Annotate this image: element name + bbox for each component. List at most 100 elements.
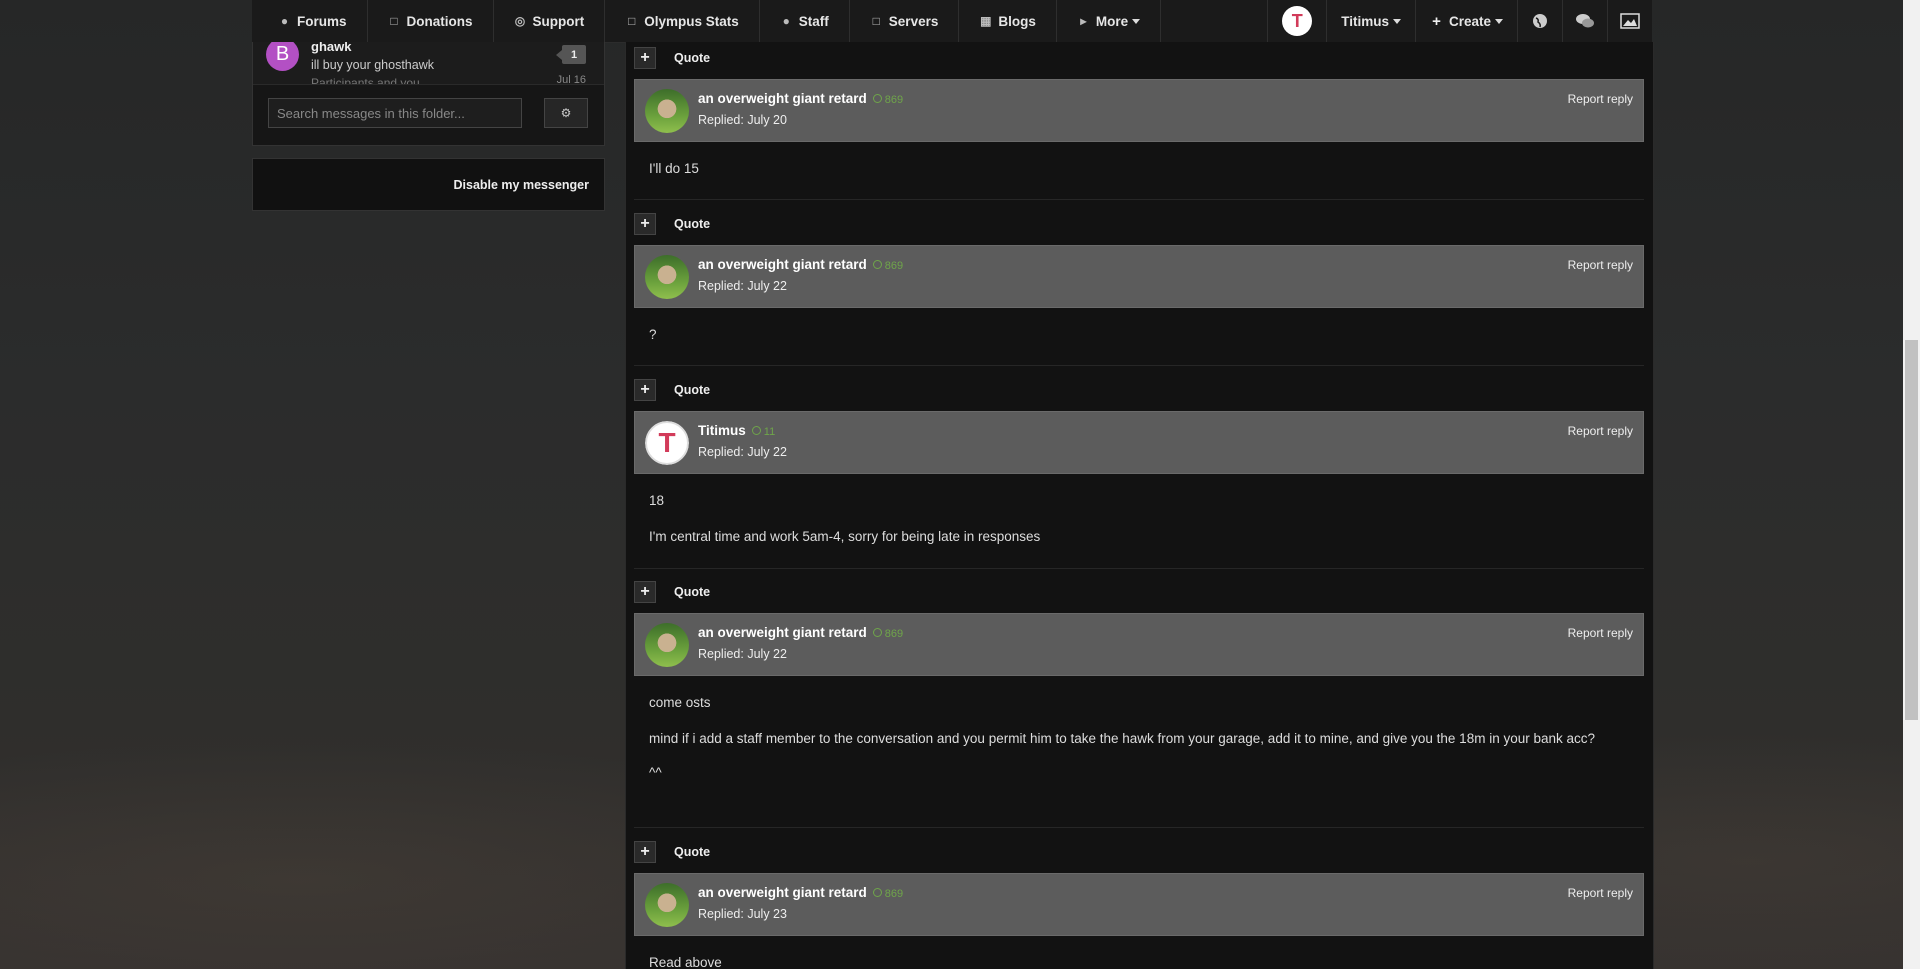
post-divider (634, 365, 1644, 366)
reputation-badge: 869 (872, 260, 903, 272)
document-icon: □ (872, 14, 880, 28)
multiquote-button[interactable]: + (634, 213, 656, 235)
avatar[interactable] (645, 883, 689, 927)
quote-button[interactable]: Quote (674, 217, 710, 231)
search-row: ⚙ (268, 98, 589, 128)
post-date: Replied: July 23 (698, 907, 787, 921)
post-header: an overweight giant retard 869 Replied: J… (634, 613, 1644, 676)
gallery-button[interactable] (1607, 0, 1652, 42)
globe-icon (1533, 14, 1547, 28)
report-reply-link[interactable]: Report reply (1568, 424, 1633, 438)
plus-icon: + (640, 381, 650, 398)
titimus-avatar-image: T (645, 421, 689, 465)
user-avatar-button[interactable]: T (1267, 0, 1326, 42)
quote-button[interactable]: Quote (674, 383, 710, 397)
quote-row: + Quote (634, 47, 710, 69)
quote-button[interactable]: Quote (674, 585, 710, 599)
conversation-list: B ghawk ill buy your ghosthawk Participa… (252, 42, 605, 146)
document-icon: □ (390, 14, 398, 28)
search-options-button[interactable]: ⚙ (544, 98, 588, 128)
quote-button[interactable]: Quote (674, 51, 710, 65)
create-menu[interactable]: + Create (1414, 0, 1517, 42)
report-reply-link[interactable]: Report reply (1568, 258, 1633, 272)
conversation-item[interactable]: B ghawk ill buy your ghosthawk Participa… (253, 42, 604, 85)
reputation-badge: 869 (872, 628, 903, 640)
chevron-down-icon (1132, 18, 1141, 24)
nav-olympus-stats[interactable]: □ Olympus Stats (605, 0, 760, 42)
comments-icon (1576, 14, 1594, 28)
reputation-badge: 869 (872, 888, 903, 900)
avatar[interactable] (645, 623, 689, 667)
post-paragraph: ? (649, 327, 657, 342)
post-paragraph: 18 (649, 493, 665, 508)
avatar: B (266, 42, 299, 71)
report-reply-link[interactable]: Report reply (1568, 886, 1633, 900)
post-body: come osts mind if i add a staff member t… (649, 692, 1629, 784)
post-divider (634, 199, 1644, 200)
post-header: an overweight giant retard 869 Replied: J… (634, 79, 1644, 142)
post-date: Replied: July 20 (698, 113, 787, 127)
dog-avatar-image (645, 883, 689, 927)
conversation-participants: Participants and you (311, 76, 420, 85)
plus-icon: + (640, 49, 650, 66)
search-input[interactable] (268, 98, 522, 128)
reputation-icon (872, 260, 882, 269)
post-body: ? (649, 324, 1629, 346)
reputation-badge: 11 (751, 426, 775, 438)
post-body: I'll do 15 (649, 158, 1629, 180)
post-date: Replied: July 22 (698, 647, 787, 661)
post-paragraph: ^^ (649, 765, 662, 780)
nav-donations[interactable]: □ Donations (368, 0, 494, 42)
nav-support[interactable]: ◎ Support (494, 0, 606, 42)
post-paragraph: I'm central time and work 5am-4, sorry f… (649, 529, 1041, 544)
dog-avatar-image (645, 89, 689, 133)
plus-icon: + (1432, 12, 1441, 30)
reputation-icon (751, 426, 761, 435)
reputation-icon (872, 94, 882, 103)
avatar[interactable] (645, 89, 689, 133)
book-icon: ▦ (980, 14, 992, 28)
author-link[interactable]: an overweight giant retard (698, 257, 867, 272)
page-scrollbar[interactable] (1903, 0, 1920, 969)
plus-icon: + (640, 843, 650, 860)
user-icon: ● (782, 14, 790, 28)
nav-servers[interactable]: □ Servers (850, 0, 960, 42)
quote-row: + Quote (634, 379, 710, 401)
user-menu[interactable]: Titimus (1326, 0, 1415, 42)
nav-more[interactable]: ▸ More (1057, 0, 1162, 42)
post-divider (634, 568, 1644, 569)
disable-messenger-link[interactable]: Disable my messenger (454, 178, 590, 192)
dog-avatar-image (645, 255, 689, 299)
nav-forums[interactable]: ● Forums (258, 0, 368, 42)
top-nav: ● Forums □ Donations ◎ Support □ Olympus Sta… (252, 0, 1652, 43)
post-paragraph: Read above (649, 955, 722, 969)
nav-blogs[interactable]: ▦ Blogs (959, 0, 1057, 42)
post-paragraph: mind if i add a staff member to the conv… (649, 731, 1596, 746)
multiquote-button[interactable]: + (634, 379, 656, 401)
author-link[interactable]: an overweight giant retard (698, 625, 867, 640)
quote-row: + Quote (634, 213, 710, 235)
avatar[interactable] (645, 255, 689, 299)
nav-staff[interactable]: ● Staff (760, 0, 850, 42)
avatar[interactable]: T (645, 421, 689, 465)
author-link[interactable]: an overweight giant retard (698, 885, 867, 900)
messages-button[interactable] (1562, 0, 1607, 42)
author-link[interactable]: Titimus (698, 423, 746, 438)
chevron-down-icon (1392, 18, 1401, 24)
multiquote-button[interactable]: + (634, 47, 656, 69)
scrollbar-thumb[interactable] (1905, 340, 1918, 720)
quote-button[interactable]: Quote (674, 845, 710, 859)
report-reply-link[interactable]: Report reply (1568, 92, 1633, 106)
multiquote-button[interactable]: + (634, 841, 656, 863)
post-author: Titimus 11 (698, 423, 775, 438)
post-date: Replied: July 22 (698, 279, 787, 293)
image-icon (1620, 13, 1640, 29)
quote-row: + Quote (634, 841, 710, 863)
multiquote-button[interactable]: + (634, 581, 656, 603)
dog-avatar-image (645, 623, 689, 667)
plus-icon: + (640, 215, 650, 232)
author-link[interactable]: an overweight giant retard (698, 91, 867, 106)
report-reply-link[interactable]: Report reply (1568, 626, 1633, 640)
disable-messenger-panel: Disable my messenger (252, 158, 605, 211)
globe-button[interactable] (1517, 0, 1562, 42)
